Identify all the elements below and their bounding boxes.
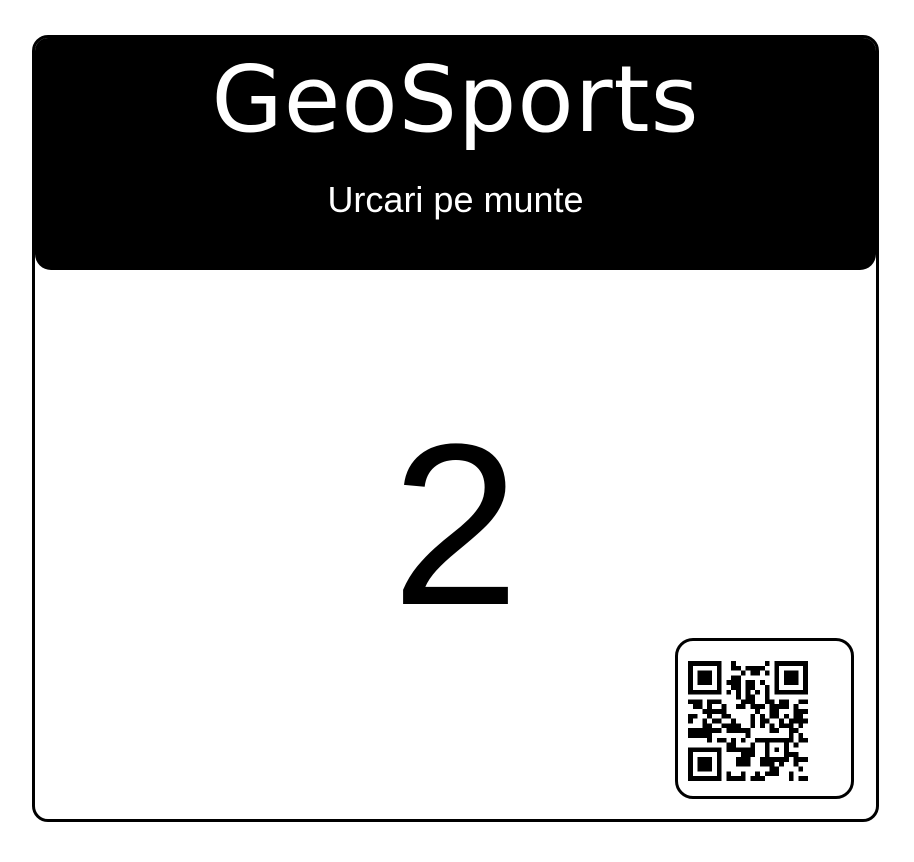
- qr-code-icon: [688, 661, 808, 781]
- bib-number: 2: [391, 396, 520, 653]
- race-bib-card: GeoSports Urcari pe munte 2: [32, 35, 879, 822]
- qr-code-frame: [675, 638, 854, 799]
- brand-title: GeoSports: [211, 46, 700, 153]
- event-subtitle: Urcari pe munte: [327, 179, 584, 220]
- bib-header: GeoSports Urcari pe munte: [35, 38, 876, 270]
